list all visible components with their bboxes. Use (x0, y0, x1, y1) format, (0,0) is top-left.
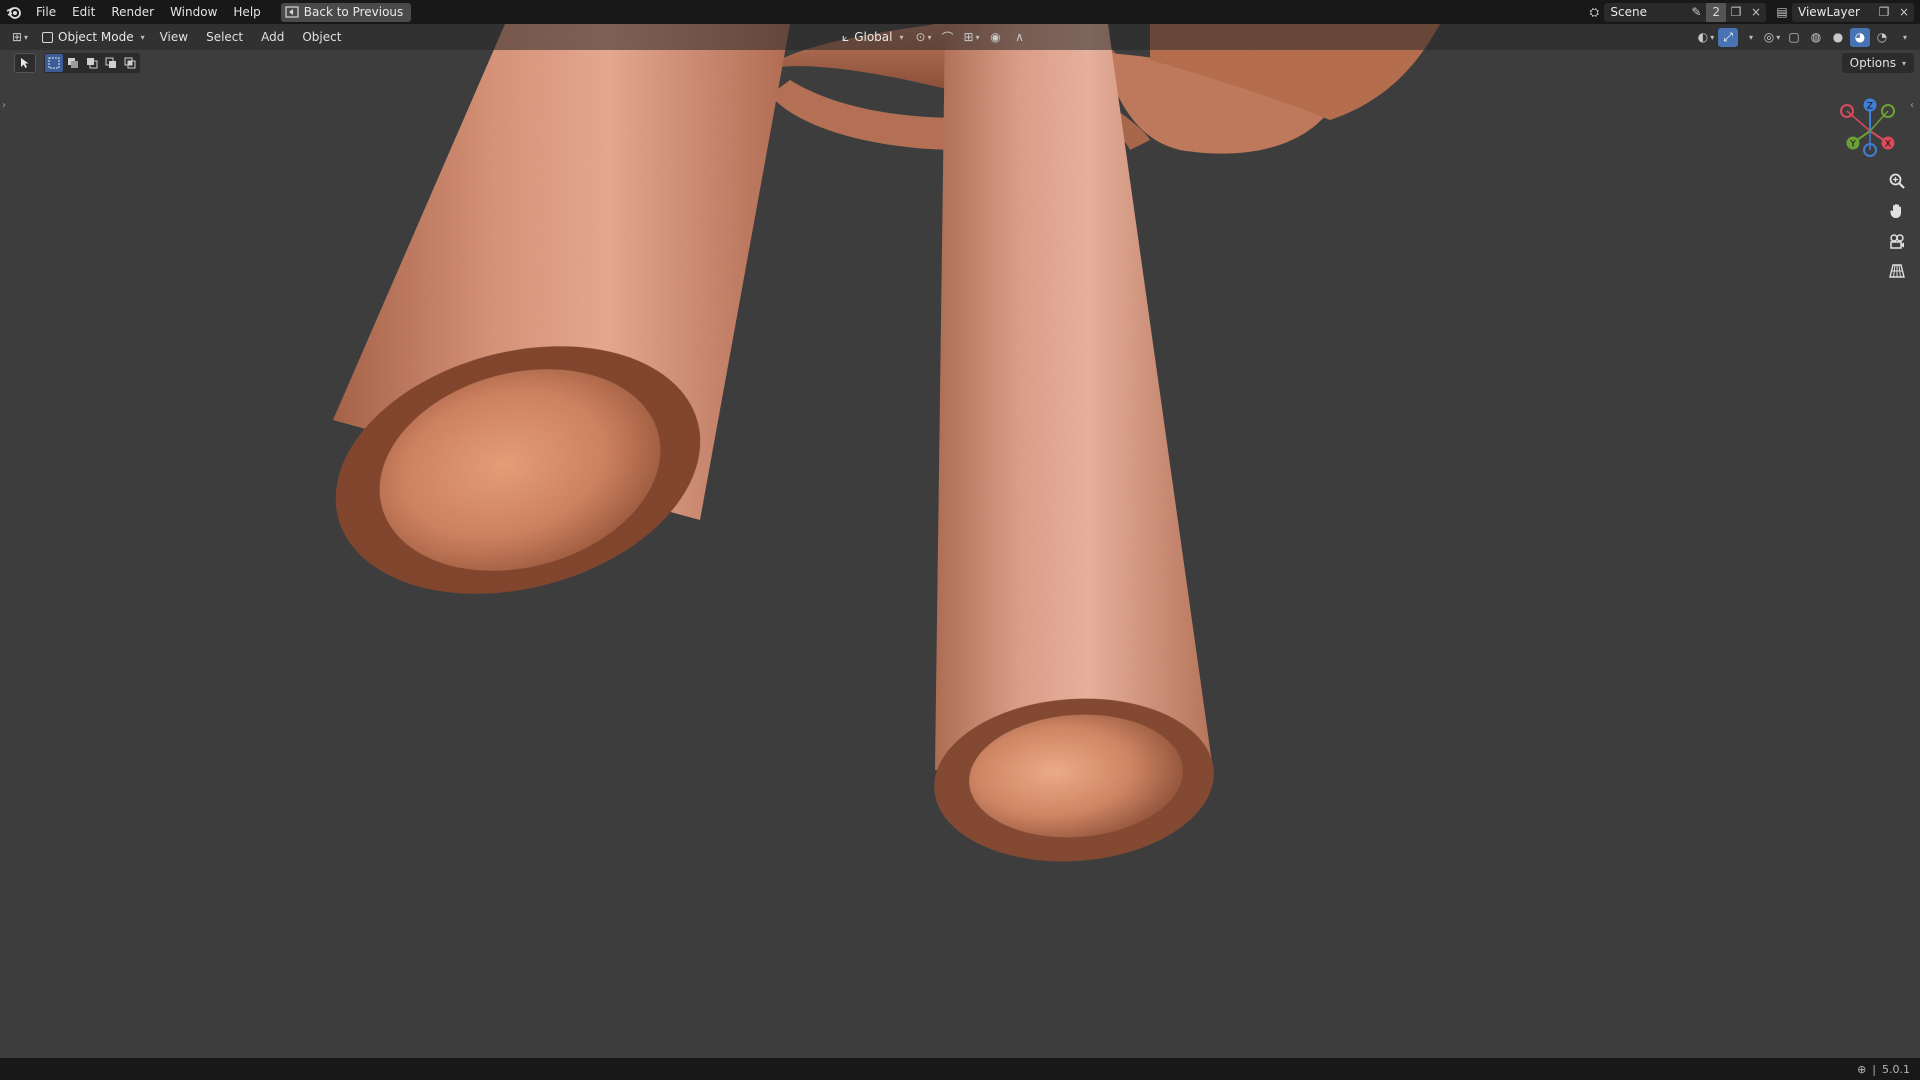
select-invert-icon[interactable] (102, 54, 120, 72)
close-view-layer-icon[interactable]: × (1894, 3, 1914, 22)
camera-view-icon[interactable] (1884, 228, 1910, 254)
view-layer-name: ViewLayer (1798, 5, 1860, 19)
proportional-editing-icon[interactable]: ◉ (986, 28, 1006, 47)
back-to-previous-button[interactable]: Back to Previous (280, 2, 412, 22)
toolbar-expand-arrow-icon[interactable]: › (2, 100, 6, 111)
object-mode-label: Object Mode (58, 30, 134, 44)
visibility-icon[interactable]: ◐ ▾ (1696, 28, 1716, 47)
transform-orientation-dropdown[interactable]: ⟀ Global ▾ (836, 27, 910, 47)
orientation-axes-icon: ⟀ (842, 29, 850, 44)
pin-icon[interactable]: ✎ (1686, 3, 1706, 22)
topbar-right: ⛭ Scene ✎ 2 ❐ × ▤ ViewLayer ❐ × (1584, 0, 1920, 24)
viewport-header: ⊞ ▾ Object Mode ▾ View Select Add Object … (0, 24, 1920, 50)
material-preview-shading-icon[interactable]: ◕ (1850, 27, 1870, 47)
tool-settings-row (14, 53, 140, 73)
select-new-icon[interactable] (45, 54, 63, 72)
transform-orientation-label: Global (854, 30, 893, 44)
menu-edit[interactable]: Edit (64, 0, 103, 24)
close-scene-icon[interactable]: × (1746, 3, 1766, 22)
scene-user-count: 2 (1706, 2, 1726, 22)
scene-selector-icon[interactable]: ⛭ (1584, 3, 1604, 22)
solid-shading-icon[interactable]: ● (1828, 28, 1848, 47)
version-separator: | (1872, 1062, 1876, 1076)
object-mode-icon (42, 31, 53, 43)
navigation-gizmo[interactable]: Z Y X (1835, 93, 1905, 163)
gizmo-x-label: X (1885, 140, 1891, 150)
falloff-icon[interactable]: ∧ (1010, 28, 1030, 47)
back-icon (285, 6, 299, 18)
shading-options-icon[interactable]: ▾ (1894, 28, 1914, 47)
selection-mode-group (44, 53, 140, 73)
pivot-point-icon[interactable]: ⊙ ▾ (914, 28, 934, 47)
loop-arc (770, 80, 960, 150)
top-menu-bar: File Edit Render Window Help Back to Pre… (0, 0, 1920, 24)
back-to-previous-label: Back to Previous (303, 5, 404, 19)
viewport-canvas[interactable] (0, 0, 1920, 1080)
gizmo-dropdown-icon[interactable]: ▾ (1740, 28, 1760, 47)
viewport-menu-select[interactable]: Select (197, 30, 252, 44)
rendered-shading-icon[interactable]: ◔ (1872, 28, 1892, 47)
duplicate-view-layer-icon[interactable]: ❐ (1874, 3, 1894, 22)
xray-toggle-icon[interactable]: ▢ (1784, 28, 1804, 47)
sidebar-expand-arrow-icon[interactable]: ‹ (1910, 100, 1914, 111)
object-mode-dropdown[interactable]: Object Mode ▾ (36, 27, 151, 47)
toggle-perspective-grid-icon[interactable] (1884, 258, 1910, 284)
snap-toggle-icon[interactable]: ⌒ (938, 28, 958, 47)
select-subtract-icon[interactable] (83, 54, 101, 72)
viewport-center-tools: ⟀ Global ▾ ⊙ ▾ ⌒ ⊞ ▾ ◉ ∧ (836, 24, 1030, 50)
select-extend-icon[interactable] (64, 54, 82, 72)
chevron-down-icon: ▾ (140, 32, 145, 42)
options-dropdown[interactable]: Options ▾ (1841, 53, 1914, 73)
scene-name: Scene (1610, 5, 1647, 19)
duplicate-scene-icon[interactable]: ❐ (1726, 3, 1746, 22)
viewport-menu-add[interactable]: Add (252, 30, 293, 44)
select-tool-button[interactable] (14, 53, 36, 73)
blender-version: 5.0.1 (1882, 1062, 1910, 1076)
snap-target-icon[interactable]: ⊞ ▾ (962, 28, 982, 47)
pan-view-hand-icon[interactable] (1884, 198, 1910, 224)
gizmo-z-label: Z (1867, 102, 1873, 112)
overlays-icon[interactable]: ◎ ▾ (1762, 28, 1782, 47)
blender-logo-icon[interactable] (0, 0, 28, 24)
menu-help[interactable]: Help (225, 0, 268, 24)
viewport-menu-view[interactable]: View (151, 30, 197, 44)
wireframe-shading-icon[interactable]: ◍ (1806, 28, 1826, 47)
view-layer-icon[interactable]: ▤ (1772, 3, 1792, 22)
cursor-icon (21, 58, 29, 68)
zoom-view-icon[interactable] (1884, 168, 1910, 194)
chevron-down-icon: ▾ (899, 32, 904, 42)
viewport-right-tools: ◐ ▾ ⤢ ▾ ◎ ▾ ▢ ◍ ● ◕ ◔ ▾ (1696, 24, 1914, 50)
gizmo-toggle-icon[interactable]: ⤢ (1718, 27, 1738, 47)
chevron-down-icon: ▾ (1901, 58, 1906, 68)
scene-selector[interactable]: Scene ✎ 2 ❐ × (1604, 2, 1766, 22)
menu-window[interactable]: Window (162, 0, 225, 24)
menu-render[interactable]: Render (103, 0, 162, 24)
editor-type-icon[interactable]: ⊞ ▾ (10, 28, 30, 47)
menu-file[interactable]: File (28, 0, 64, 24)
viewport-menu-object[interactable]: Object (293, 30, 350, 44)
view-layer-selector[interactable]: ViewLayer ❐ × (1792, 2, 1914, 22)
select-intersect-icon[interactable] (121, 54, 139, 72)
options-label: Options (1849, 56, 1896, 70)
status-bar: ⊕ | 5.0.1 (0, 1058, 1920, 1080)
gizmo-y-label: Y (1849, 140, 1856, 150)
network-globe-icon: ⊕ (1857, 1062, 1867, 1076)
